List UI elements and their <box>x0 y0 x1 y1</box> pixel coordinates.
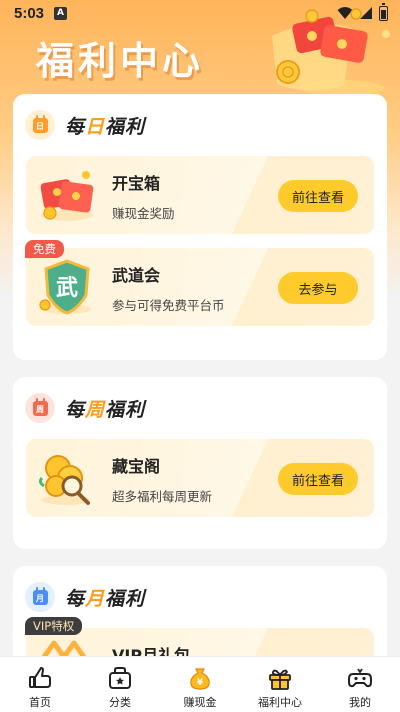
title-highlight: 日 <box>85 115 106 138</box>
emblem-text: 武 <box>56 276 78 301</box>
status-time: 5:03 <box>14 4 45 22</box>
title-prefix: 每 <box>65 398 86 421</box>
calendar-icon: 月 <box>25 582 55 612</box>
coins-magnifier-icon <box>38 455 90 505</box>
nav-label: 我的 <box>349 696 371 709</box>
treasure-chest-item[interactable]: 开宝箱 赚现金奖励 前往查看 <box>26 156 374 234</box>
nav-label: 首页 <box>29 696 51 709</box>
nav-earn-cash[interactable]: ¥ 赚现金 <box>160 657 240 712</box>
calendar-icon: 周 <box>25 393 55 423</box>
item-title: 武道会 <box>112 266 161 285</box>
gift-icon <box>269 669 291 690</box>
red-envelope-icon <box>40 171 94 221</box>
item-description: 参与可得免费平台币 <box>112 298 225 313</box>
weekly-welfare-section: 周 每周福利 藏宝阁 超多福利每周更新 前往查看 <box>13 377 387 549</box>
nav-label: 福利中心 <box>258 696 302 709</box>
martial-arts-item[interactable]: 武 武道会 参与可得免费平台币 去参与 <box>26 248 374 326</box>
home-icon <box>29 667 51 688</box>
title-suffix: 福利 <box>105 587 146 610</box>
money-glyph: ¥ <box>197 678 204 688</box>
section-title: 每日福利 <box>65 112 145 139</box>
nav-label: 赚现金 <box>183 696 217 709</box>
calendar-glyph: 月 <box>32 586 48 605</box>
red-envelope-decoration-icon <box>272 8 390 96</box>
calendar-glyph: 日 <box>32 114 48 133</box>
item-title: 开宝箱 <box>112 174 161 193</box>
calendar-glyph: 周 <box>32 397 48 416</box>
section-header: 日 每日福利 <box>13 94 387 156</box>
title-suffix: 福利 <box>105 115 146 138</box>
calendar-icon: 日 <box>25 110 55 140</box>
title-prefix: 每 <box>65 115 86 138</box>
free-tag: 免费 <box>25 240 64 258</box>
section-title: 每月福利 <box>65 584 145 611</box>
nav-mine[interactable]: 我的 <box>320 657 400 712</box>
section-header: 周 每周福利 <box>13 377 387 439</box>
title-highlight: 周 <box>85 398 106 421</box>
vip-tag: VIP特权 <box>25 617 83 635</box>
treasure-pavilion-item[interactable]: 藏宝阁 超多福利每周更新 前往查看 <box>26 439 374 517</box>
join-button[interactable]: 去参与 <box>278 272 358 304</box>
title-suffix: 福利 <box>105 398 146 421</box>
nav-home[interactable]: 首页 <box>0 657 80 712</box>
title-prefix: 每 <box>65 587 86 610</box>
item-title: 藏宝阁 <box>112 457 161 476</box>
category-icon <box>109 667 131 689</box>
nav-category[interactable]: 分类 <box>80 657 160 712</box>
item-description: 超多福利每周更新 <box>112 489 213 504</box>
money-bag-icon: ¥ <box>190 668 210 690</box>
gamepad-icon <box>348 668 372 688</box>
nav-label: 分类 <box>109 696 131 709</box>
view-button[interactable]: 前往查看 <box>278 180 358 212</box>
bottom-navigation: 首页 分类 ¥ 赚现金 福利中心 我的 <box>0 656 400 712</box>
view-button[interactable]: 前往查看 <box>278 463 358 495</box>
section-title: 每周福利 <box>65 395 145 422</box>
title-highlight: 月 <box>85 587 106 610</box>
page-title: 福利中心 <box>36 39 205 83</box>
daily-welfare-section: 日 每日福利 开宝箱 赚现金奖励 前往查看 武 武道会 参与可得免费平台币 去参… <box>13 94 387 360</box>
notification-badge-icon: A <box>54 6 68 20</box>
shield-emblem-icon: 武 <box>39 259 91 315</box>
nav-welfare-center[interactable]: 福利中心 <box>240 657 320 712</box>
item-description: 赚现金奖励 <box>112 206 175 221</box>
